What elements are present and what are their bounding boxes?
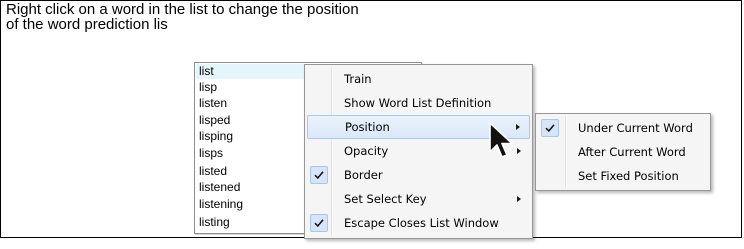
menu-item-label: Show Word List Definition	[344, 96, 492, 110]
checkmark-icon	[541, 119, 559, 137]
checkmark-icon	[310, 166, 328, 184]
mouse-pointer-icon	[489, 122, 513, 158]
instruction-line-2: of the word prediction lis	[6, 16, 168, 33]
submenu-item-after-current-word[interactable]: After Current Word	[538, 140, 708, 164]
checkmark-icon	[310, 214, 328, 232]
menu-item-label: Opacity	[344, 144, 389, 158]
menu-item-set-select-key[interactable]: Set Select Key	[307, 187, 530, 211]
menu-item-escape-closes-list-window[interactable]: Escape Closes List Window	[307, 211, 530, 235]
menu-item-label: Set Select Key	[344, 192, 427, 206]
instruction-line-1: Right click on a word in the list to cha…	[6, 1, 359, 18]
menu-item-show-word-list-definition[interactable]: Show Word List Definition	[307, 91, 530, 115]
submenu-item-set-fixed-position[interactable]: Set Fixed Position	[538, 164, 708, 188]
submenu-item-label: After Current Word	[578, 145, 686, 159]
menu-item-label: Escape Closes List Window	[344, 216, 499, 230]
submenu-item-under-current-word[interactable]: Under Current Word	[538, 116, 708, 140]
position-submenu: Under Current Word After Current Word Se…	[535, 113, 711, 191]
menu-item-train[interactable]: Train	[307, 67, 530, 91]
menu-item-label: Border	[344, 168, 383, 182]
menu-item-label: Position	[345, 120, 390, 134]
menu-item-border[interactable]: Border	[307, 163, 530, 187]
menu-item-label: Train	[344, 72, 372, 86]
submenu-item-label: Under Current Word	[578, 121, 693, 135]
submenu-item-label: Set Fixed Position	[578, 169, 679, 183]
instruction-text: Right click on a word in the list to cha…	[6, 2, 566, 32]
submenu-arrow-icon	[517, 196, 521, 202]
